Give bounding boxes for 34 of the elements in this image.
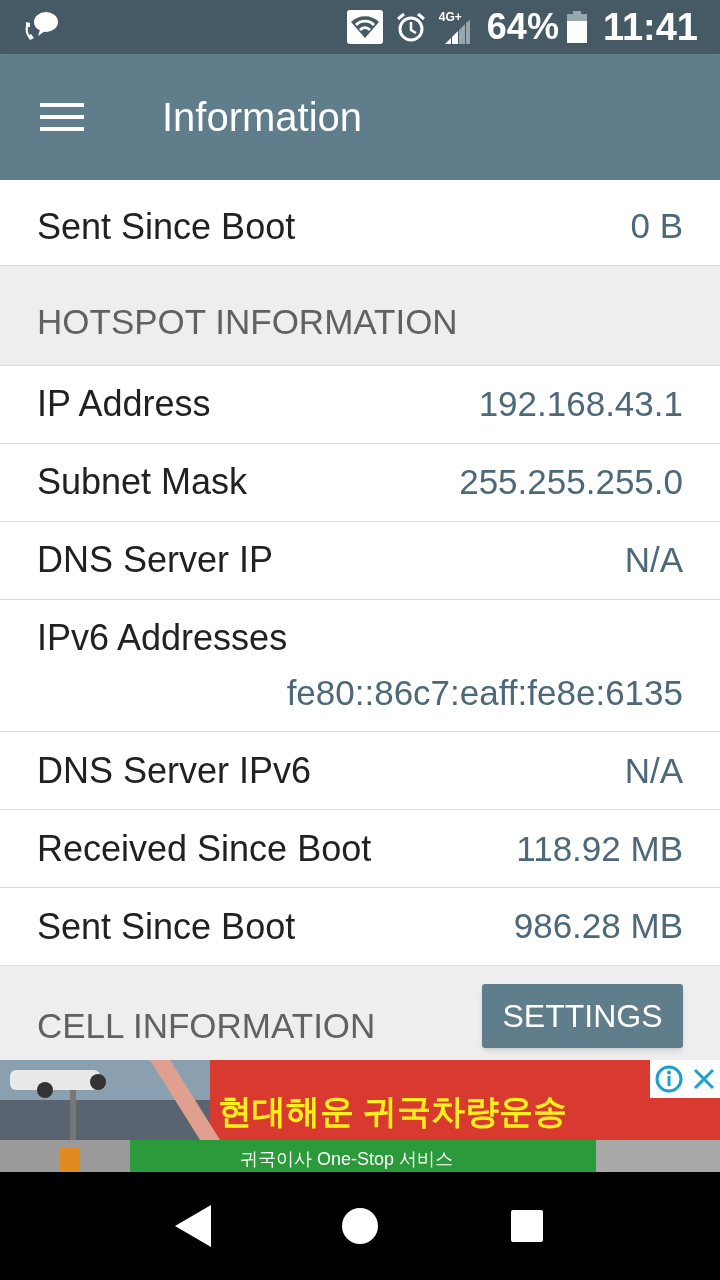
alarm-clock-icon: [394, 11, 427, 43]
row-label: Received Since Boot: [37, 826, 372, 871]
row-label: Sent Since Boot: [37, 204, 296, 249]
row-value: 192.168.43.1: [478, 383, 683, 426]
back-icon: [175, 1205, 212, 1247]
clock-time: 11:41: [602, 4, 698, 50]
battery-percent: 64%: [486, 5, 559, 49]
row-value: N/A: [624, 538, 683, 581]
settings-button[interactable]: SETTINGS: [482, 984, 683, 1049]
row-value: 118.92 MB: [516, 827, 683, 870]
row-value: 986.28 MB: [513, 905, 683, 948]
menu-icon: [40, 103, 84, 131]
screen-title: Information: [162, 94, 363, 141]
home-icon: [342, 1208, 378, 1244]
wifi-icon: [346, 10, 383, 44]
close-icon[interactable]: [691, 1067, 716, 1091]
battery-icon: [566, 11, 587, 43]
row-value: fe80::86c7:eaff:fe8e:6135: [286, 672, 683, 715]
row-label: DNS Server IPv6: [37, 748, 312, 793]
section-header: HOTSPOT INFORMATION: [37, 301, 458, 344]
row-label: IPv6 Addresses: [37, 616, 289, 661]
row-value: 0 B: [630, 205, 683, 248]
row-value: N/A: [624, 749, 683, 792]
row-label: DNS Server IP: [37, 538, 274, 583]
row-label: IP Address: [37, 382, 211, 427]
ad-headline: 현대해운 귀국차량운송: [218, 1091, 568, 1132]
ad-tagline: 귀국이사 One-Stop 서비스: [240, 1148, 454, 1171]
row-label: Sent Since Boot: [37, 904, 296, 949]
row-value: 255.255.255.0: [459, 461, 683, 503]
recents-icon: [510, 1210, 543, 1242]
info-icon[interactable]: [654, 1065, 683, 1093]
row-label: Subnet Mask: [37, 460, 248, 505]
network-type: 4G+: [438, 9, 462, 26]
section-header: CELL INFORMATION: [37, 1004, 376, 1047]
